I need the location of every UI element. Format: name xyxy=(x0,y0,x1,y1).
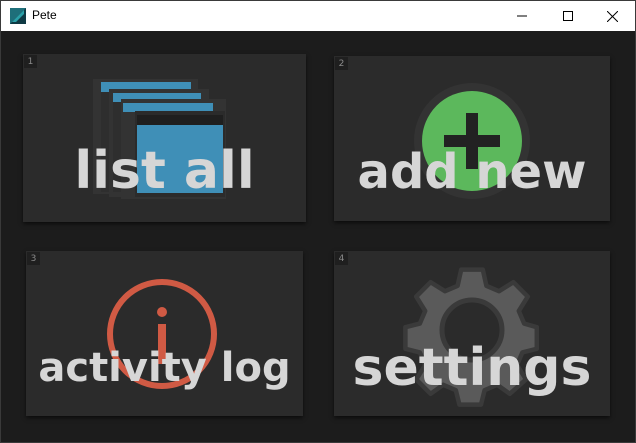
tile-number: 4 xyxy=(335,252,348,265)
tile-list-all[interactable]: 1 list all xyxy=(23,54,306,222)
tile-number: 3 xyxy=(27,252,40,265)
tile-label: list all xyxy=(74,141,255,201)
dashboard: 1 list all 2 add new 3 activity log 4 se… xyxy=(1,31,635,442)
title-bar[interactable]: Pete xyxy=(1,1,635,31)
close-button[interactable] xyxy=(589,1,635,31)
tile-number: 2 xyxy=(335,57,348,70)
window-title: Pete xyxy=(32,8,57,22)
tile-settings[interactable]: 4 settings xyxy=(334,251,610,416)
maximize-button[interactable] xyxy=(545,1,591,31)
maximize-icon xyxy=(563,11,573,21)
tile-number: 1 xyxy=(24,55,37,68)
tile-add-new[interactable]: 2 add new xyxy=(334,56,610,221)
tile-activity-log[interactable]: 3 activity log xyxy=(26,251,303,416)
minimize-icon xyxy=(517,15,527,17)
close-icon xyxy=(606,10,618,22)
tile-label: activity log xyxy=(38,345,291,391)
minimize-button[interactable] xyxy=(499,1,545,31)
app-icon xyxy=(10,8,26,24)
tile-label: add new xyxy=(357,144,587,200)
tile-label: settings xyxy=(352,338,592,398)
